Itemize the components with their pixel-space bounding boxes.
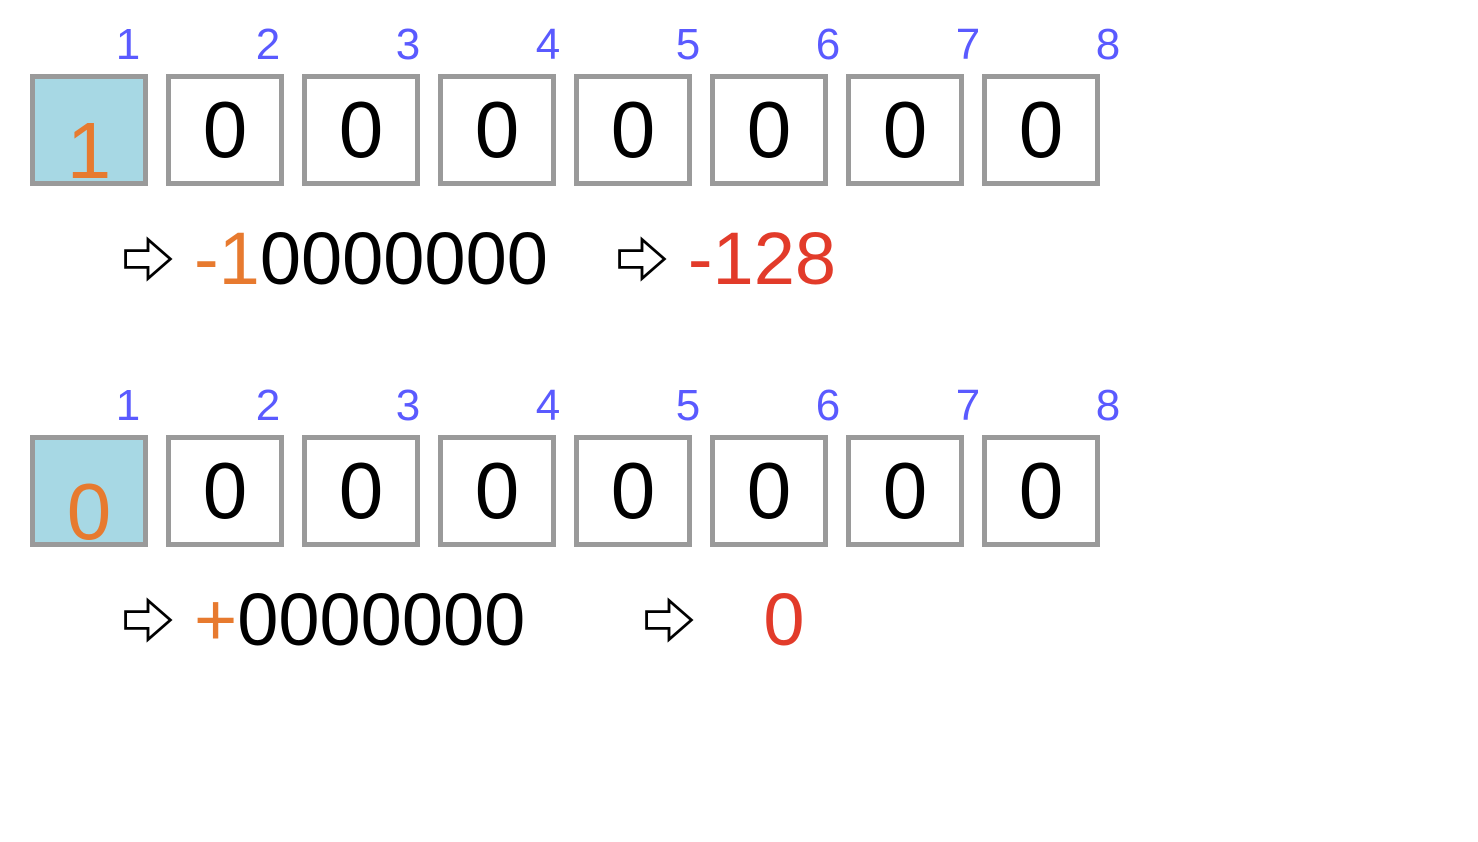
pos-label: 8: [1058, 381, 1158, 431]
byte-row-2: 1 2 3 4 5 6 7 8 0 0 0 0 0 0 0 0 +0000000…: [30, 381, 1448, 662]
bit-cell: 0: [710, 74, 828, 186]
bit-cell: 0: [710, 435, 828, 547]
pos-label: 3: [358, 381, 458, 431]
pos-label: 1: [78, 381, 178, 431]
bit-cell: 0: [166, 74, 284, 186]
sign-bit-cell: 0: [30, 435, 148, 547]
pos-label: 2: [218, 20, 318, 70]
bit-cell: 0: [302, 435, 420, 547]
bit-cell: 0: [574, 74, 692, 186]
binary-value: +0000000: [194, 577, 525, 662]
pos-label: 5: [638, 381, 738, 431]
bit-cell: 0: [846, 74, 964, 186]
bit-cells: 1 0 0 0 0 0 0 0: [30, 74, 1448, 186]
pos-label: 8: [1058, 20, 1158, 70]
bit-cell: 0: [982, 435, 1100, 547]
pos-label: 4: [498, 20, 598, 70]
arrow-right-icon: [120, 592, 176, 648]
pos-label: 3: [358, 20, 458, 70]
bit-cell: 0: [982, 74, 1100, 186]
byte-row-1: 1 2 3 4 5 6 7 8 1 0 0 0 0 0 0 0 -1000000…: [30, 20, 1448, 301]
arrow-right-icon: [120, 231, 176, 287]
result-line: +0000000 0: [120, 577, 1448, 662]
decimal-value: -128: [688, 216, 836, 301]
pos-label: 2: [218, 381, 318, 431]
bit-cell: 0: [574, 435, 692, 547]
pos-label: 6: [778, 381, 878, 431]
bit-cell: 0: [438, 74, 556, 186]
sign-bit-cell: 1: [30, 74, 148, 186]
bit-positions: 1 2 3 4 5 6 7 8: [30, 20, 1448, 70]
bit-positions: 1 2 3 4 5 6 7 8: [30, 381, 1448, 431]
pos-label: 6: [778, 20, 878, 70]
decimal-value: 0: [763, 577, 804, 662]
bit-cell: 0: [166, 435, 284, 547]
pos-label: 7: [918, 20, 1018, 70]
pos-label: 1: [78, 20, 178, 70]
bit-cell: 0: [438, 435, 556, 547]
pos-label: 4: [498, 381, 598, 431]
arrow-right-icon: [614, 231, 670, 287]
pos-label: 5: [638, 20, 738, 70]
result-line: -10000000 -128: [120, 216, 1448, 301]
pos-label: 7: [918, 381, 1018, 431]
binary-value: -10000000: [194, 216, 548, 301]
bit-cell: 0: [302, 74, 420, 186]
bit-cells: 0 0 0 0 0 0 0 0: [30, 435, 1448, 547]
bit-cell: 0: [846, 435, 964, 547]
arrow-right-icon: [641, 592, 697, 648]
